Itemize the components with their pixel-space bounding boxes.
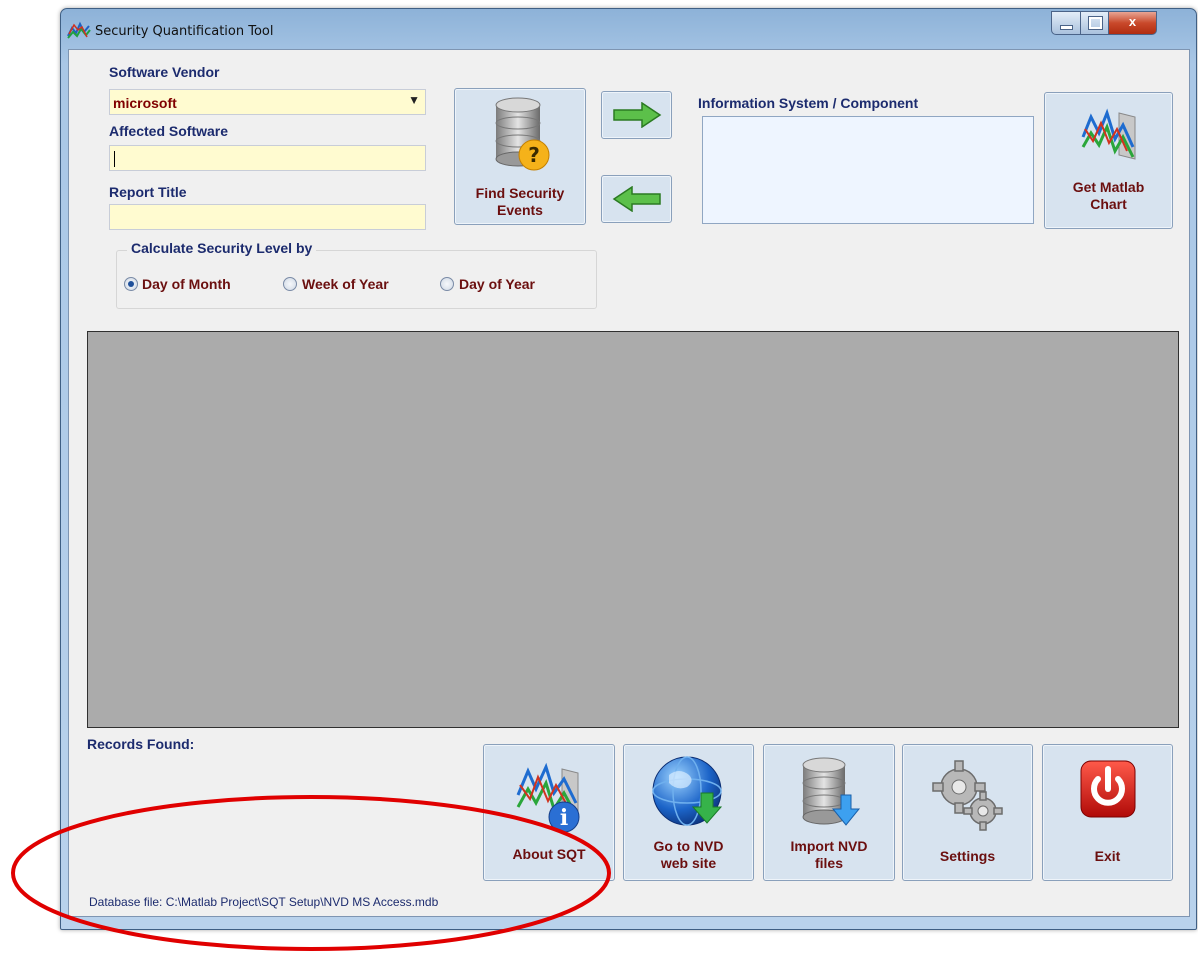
power-icon: [1079, 759, 1137, 826]
report-title-input[interactable]: [109, 204, 426, 230]
database-question-icon: ?: [488, 97, 552, 182]
app-chart-icon: [67, 20, 91, 40]
nvd-label-line2: web site: [660, 855, 717, 871]
import-label-line2: files: [814, 855, 843, 871]
close-icon: x: [1128, 14, 1137, 29]
calc-group: Calculate Security Level by Day of Month…: [116, 240, 597, 309]
close-button[interactable]: x: [1108, 11, 1157, 35]
chart-icon: [1079, 107, 1139, 168]
about-label: About SQT: [512, 846, 586, 862]
find-label-line2: Events: [497, 202, 543, 218]
svg-text:i: i: [560, 805, 568, 831]
globe-download-icon: [651, 753, 727, 836]
radio-day-of-year[interactable]: [440, 277, 454, 291]
find-label-line1: Find Security: [475, 185, 565, 201]
maximize-button[interactable]: [1080, 11, 1109, 35]
import-nvd-files-button[interactable]: Import NVD files: [763, 744, 895, 881]
database-import-icon: [797, 757, 861, 836]
radio-day-of-month[interactable]: [124, 277, 138, 291]
minimize-icon: [1060, 25, 1073, 30]
maximize-icon: [1088, 16, 1103, 30]
get-matlab-chart-button[interactable]: Get Matlab Chart: [1044, 92, 1173, 229]
info-system-label: Information System / Component: [698, 95, 919, 111]
database-file-status: Database file: C:\Matlab Project\SQT Set…: [89, 895, 439, 909]
records-found-label: Records Found:: [87, 736, 195, 752]
report-title-label: Report Title: [109, 184, 187, 200]
radio-label-day-of-month[interactable]: Day of Month: [142, 276, 231, 292]
info-system-listbox[interactable]: [702, 116, 1034, 224]
settings-label: Settings: [939, 848, 996, 864]
remove-from-component-button[interactable]: [601, 175, 672, 223]
main-form: Software Vendor microsoft ▼ Affected Sof…: [68, 49, 1190, 917]
radio-week-of-year[interactable]: [283, 277, 297, 291]
title-bar[interactable]: Security Quantification Tool: [61, 9, 1196, 49]
arrow-left-icon: [612, 185, 662, 217]
calc-group-title: Calculate Security Level by: [127, 240, 317, 256]
affected-software-input[interactable]: [109, 145, 426, 171]
svg-text:?: ?: [528, 143, 540, 167]
go-to-nvd-button[interactable]: Go to NVD web site: [623, 744, 754, 881]
vendor-value: microsoft: [113, 95, 177, 111]
vendor-label: Software Vendor: [109, 64, 220, 80]
vendor-combobox[interactable]: microsoft ▼: [109, 89, 426, 115]
chart-info-icon: i: [514, 759, 584, 840]
find-security-events-button[interactable]: ? Find Security Events: [454, 88, 586, 225]
exit-button[interactable]: Exit: [1042, 744, 1173, 881]
results-grid[interactable]: [87, 331, 1179, 728]
arrow-right-icon: [612, 101, 662, 133]
text-caret: [114, 151, 115, 167]
settings-button[interactable]: Settings: [902, 744, 1033, 881]
exit-label: Exit: [1094, 848, 1121, 864]
about-sqt-button[interactable]: i About SQT: [483, 744, 615, 881]
chevron-down-icon[interactable]: ▼: [408, 93, 420, 107]
radio-label-week-of-year[interactable]: Week of Year: [302, 276, 389, 292]
window-title: Security Quantification Tool: [95, 24, 274, 39]
matlab-label-line1: Get Matlab: [1072, 179, 1145, 195]
add-to-component-button[interactable]: [601, 91, 672, 139]
gears-icon: [931, 759, 1005, 838]
minimize-button[interactable]: [1051, 11, 1081, 35]
matlab-label-line2: Chart: [1090, 196, 1127, 212]
import-label-line1: Import NVD: [790, 838, 868, 854]
affected-software-label: Affected Software: [109, 123, 229, 139]
nvd-label-line1: Go to NVD: [653, 838, 724, 854]
radio-label-day-of-year[interactable]: Day of Year: [459, 276, 535, 292]
